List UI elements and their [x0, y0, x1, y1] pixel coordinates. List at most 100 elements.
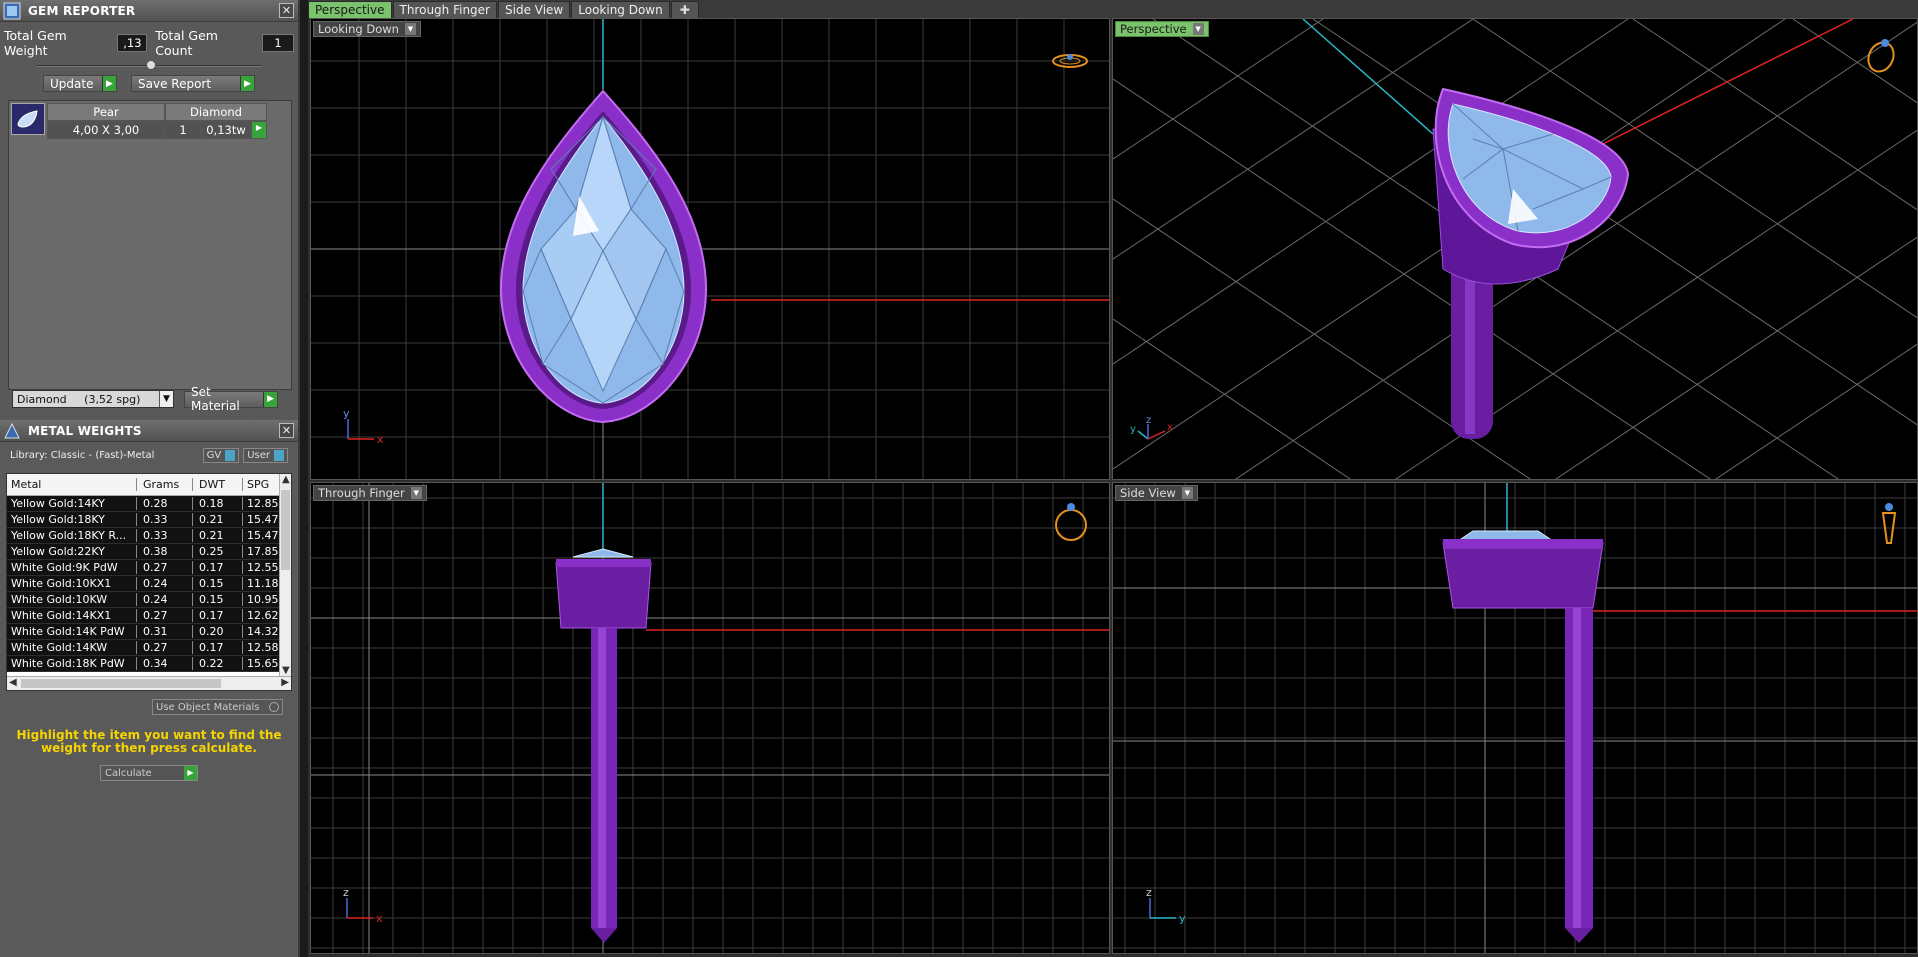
gem-size: 4,00 X 3,00	[47, 121, 165, 139]
calculate-button[interactable]: Calculate ▶	[100, 765, 198, 781]
tab-through-finger[interactable]: Through Finger	[392, 1, 497, 18]
table-row[interactable]: White Gold:9K PdW 0.27 0.17 12.55	[7, 560, 291, 576]
viewport-perspective[interactable]: Perspective ▼ y z x	[1112, 18, 1918, 480]
tab-perspective[interactable]: Perspective	[308, 1, 392, 18]
table-row[interactable]: Yellow Gold:18KY R... 0.33 0.21 15.47	[7, 528, 291, 544]
viewport-label-text: Side View	[1120, 486, 1176, 500]
chevron-down-icon[interactable]: ▼	[1181, 487, 1193, 499]
ring-view-icon	[1055, 503, 1087, 541]
close-icon[interactable]: ✕	[279, 3, 294, 18]
axis-y-label: y	[1179, 912, 1186, 925]
gem-row-arrow-icon[interactable]: ▶	[251, 121, 267, 139]
axis-x-label: x	[377, 433, 384, 446]
material-row: Diamond (3,52 spg) ▼ Set Material ▶	[12, 385, 278, 413]
looking-down-scene: y x	[311, 19, 1109, 479]
metal-name: White Gold:14KW	[7, 641, 137, 654]
table-row[interactable]: Yellow Gold:18KY 0.33 0.21 15.47	[7, 512, 291, 528]
metal-table: Metal Grams DWT SPG Yellow Gold:14KY 0.28…	[6, 473, 292, 691]
tab-looking-down[interactable]: Looking Down	[571, 1, 670, 18]
gem-totals-row: Total Gem Weight ,13 Total Gem Count 1	[4, 28, 294, 58]
dwt-value: 0.17	[193, 561, 243, 574]
chevron-down-icon[interactable]: ▼	[159, 391, 173, 407]
viewport-side-view[interactable]: Side View ▼ z y	[1112, 482, 1918, 954]
save-report-button[interactable]: Save Report ▶	[131, 75, 255, 92]
play-arrow-icon: ▶	[263, 391, 277, 407]
gem-weight: 0,13tw	[201, 121, 251, 139]
viewport-label-text: Perspective	[1120, 22, 1187, 36]
viewport-label[interactable]: Perspective ▼	[1115, 21, 1209, 37]
scroll-right-icon[interactable]: ▶	[281, 677, 289, 688]
axis-x-label: x	[1167, 422, 1173, 433]
metal-name: Yellow Gold:18KY	[7, 513, 137, 526]
viewport-label[interactable]: Side View ▼	[1115, 485, 1198, 501]
update-button[interactable]: Update ▶	[43, 75, 117, 92]
gem-shape: Pear	[47, 103, 165, 121]
metal-name: White Gold:10KX1	[7, 577, 137, 590]
total-weight-value: ,13	[117, 34, 148, 52]
table-row[interactable]: White Gold:14K PdW 0.31 0.20 14.32	[7, 624, 291, 640]
scroll-thumb[interactable]	[21, 679, 221, 688]
weight-slider[interactable]	[36, 60, 262, 70]
grams-value: 0.31	[137, 625, 193, 638]
spg-value: 15.65	[247, 657, 279, 670]
metal-name: White Gold:14KX1	[7, 609, 137, 622]
table-row[interactable]: White Gold:14KW 0.27 0.17 12.58	[7, 640, 291, 656]
left-sidebar: GEM REPORTER ✕ Total Gem Weight ,13 Tota…	[0, 0, 300, 957]
bezel-cup	[1442, 542, 1604, 609]
viewport-looking-down[interactable]: Looking Down ▼ y x	[310, 18, 1110, 480]
gem-reporter-icon	[2, 1, 22, 21]
spg-value: 12.55	[247, 561, 279, 574]
bezel-rim	[1443, 539, 1603, 549]
grams-value: 0.33	[137, 529, 193, 542]
gem-list: Pear Diamond 4,00 X 3,00 1 0,13tw ▶	[8, 100, 292, 390]
chevron-down-icon[interactable]: ▼	[410, 487, 422, 499]
col-metal[interactable]: Metal	[7, 478, 137, 491]
col-dwt[interactable]: DWT	[193, 478, 243, 491]
horizontal-scrollbar[interactable]: ◀ ▶	[7, 676, 291, 690]
chevron-down-icon[interactable]: ▼	[404, 23, 416, 35]
metal-name: White Gold:10KW	[7, 593, 137, 606]
table-row[interactable]: White Gold:10KX1 0.24 0.15 11.18	[7, 576, 291, 592]
spg-value: 12.62	[247, 609, 279, 622]
pin-tip	[591, 928, 617, 943]
metal-weights-icon	[2, 421, 22, 441]
scroll-down-icon[interactable]: ▼	[282, 665, 290, 676]
material-select[interactable]: Diamond (3,52 spg) ▼	[12, 390, 174, 408]
table-row[interactable]: White Gold:14KX1 0.27 0.17 12.62	[7, 608, 291, 624]
use-object-materials-label: Use Object Materials	[156, 701, 260, 713]
gem-row[interactable]: Pear Diamond 4,00 X 3,00 1 0,13tw ▶	[11, 103, 267, 139]
user-toggle[interactable]: User	[243, 448, 288, 463]
axis-y-label: y	[1130, 424, 1136, 435]
slider-knob[interactable]	[146, 60, 156, 70]
axis-gizmo: z y	[1146, 886, 1186, 925]
table-row[interactable]: Yellow Gold:22KY 0.38 0.25 17.85	[7, 544, 291, 560]
use-object-materials-toggle[interactable]: Use Object Materials	[152, 699, 283, 715]
gem-reporter-title: GEM REPORTER	[28, 3, 136, 18]
table-row[interactable]: White Gold:18K PdW 0.34 0.22 15.65	[7, 656, 291, 672]
scroll-left-icon[interactable]: ◀	[9, 677, 17, 688]
close-icon[interactable]: ✕	[279, 423, 294, 438]
col-grams[interactable]: Grams	[137, 478, 193, 491]
gem-material: Diamond	[165, 103, 267, 121]
tab-side-view[interactable]: Side View	[498, 1, 571, 18]
vertical-scrollbar[interactable]: ▲ ▼	[279, 474, 291, 676]
set-material-button[interactable]: Set Material ▶	[184, 385, 278, 413]
viewport-through-finger[interactable]: Through Finger ▼ z x	[310, 482, 1110, 954]
viewport-label[interactable]: Looking Down ▼	[313, 21, 421, 37]
col-spg[interactable]: SPG	[243, 478, 283, 491]
viewport-label[interactable]: Through Finger ▼	[313, 485, 427, 501]
gv-toggle[interactable]: GV	[202, 448, 240, 463]
chevron-down-icon[interactable]: ▼	[1192, 23, 1204, 35]
scroll-thumb[interactable]	[281, 490, 290, 570]
axis-z-label: z	[343, 886, 349, 899]
library-label: Library: Classic - (Fast)-Metal	[10, 450, 155, 461]
axis-gizmo: y z x	[1130, 415, 1173, 440]
spg-value: 15.47	[247, 529, 279, 542]
metal-name: White Gold:14K PdW	[7, 625, 137, 638]
table-row[interactable]: White Gold:10KW 0.24 0.15 10.95	[7, 592, 291, 608]
spg-value: 10.95	[247, 593, 279, 606]
scroll-up-icon[interactable]: ▲	[282, 474, 290, 485]
add-tab-icon[interactable]: ✚	[670, 1, 699, 18]
gem-buttons-row: Update ▶ Save Report ▶	[0, 75, 298, 92]
table-row[interactable]: Yellow Gold:14KY 0.28 0.18 12.85	[7, 496, 291, 512]
